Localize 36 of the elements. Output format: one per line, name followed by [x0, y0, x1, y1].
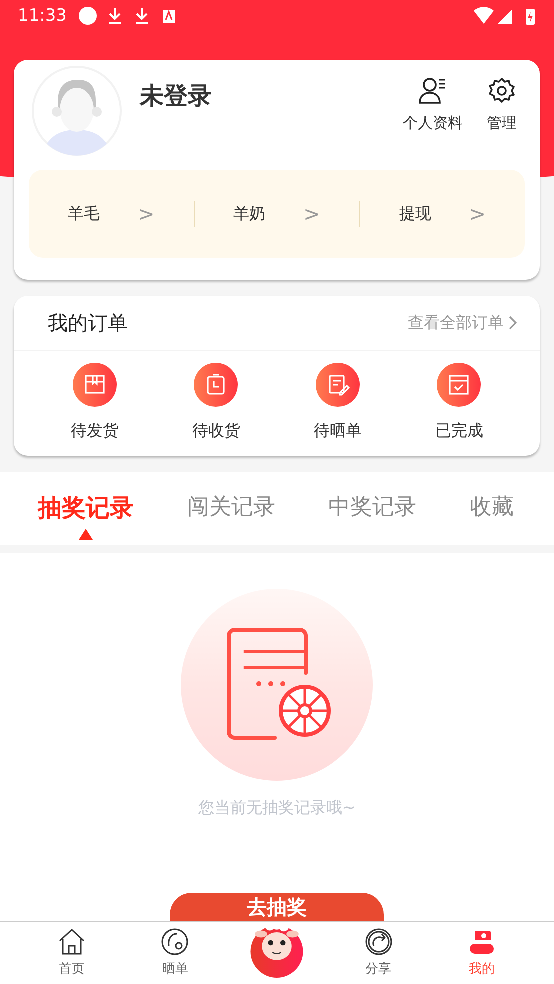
- chevron-icon: >: [138, 202, 155, 226]
- tab[interactable]: 中奖记录: [328, 494, 417, 523]
- edit-note-icon: [316, 363, 360, 407]
- tab[interactable]: 闯关记录: [187, 494, 276, 523]
- nav-tab[interactable]: 分享: [348, 928, 409, 978]
- check-box-icon: [437, 363, 482, 407]
- chevron-icon: >: [304, 202, 320, 226]
- order-status-button[interactable]: 待发货: [54, 363, 135, 442]
- order-status-button[interactable]: 待晒单: [298, 363, 378, 442]
- user-list-icon: [418, 76, 448, 106]
- package-icon: [72, 363, 117, 407]
- chevron-icon: >: [469, 202, 486, 226]
- wallet-item[interactable]: 羊毛: [68, 204, 100, 224]
- nav-tab[interactable]: 首页: [42, 928, 102, 978]
- order-status-button[interactable]: 已完成: [419, 363, 500, 442]
- home-icon: [58, 928, 86, 956]
- chevron-icon: [508, 315, 518, 331]
- nav-tab[interactable]: 我的: [452, 928, 512, 978]
- circle-icon: [161, 928, 190, 956]
- tab[interactable]: 抽奖记录: [38, 474, 134, 542]
- wallet-item[interactable]: 提现: [399, 204, 432, 224]
- user-name: 未登录: [140, 81, 212, 112]
- order-status-button[interactable]: 待收货: [176, 363, 256, 442]
- clock-icon: [194, 363, 238, 407]
- clock-time: 11:33: [18, 6, 67, 26]
- profile-action-button[interactable]: 管理: [487, 76, 517, 133]
- draw-button[interactable]: 去抽奖: [170, 893, 384, 921]
- person-icon: [468, 928, 496, 956]
- empty-message: 您当前无抽奖记录哦~: [198, 798, 356, 819]
- orders-title: 我的订单: [48, 310, 128, 336]
- tab[interactable]: 收藏: [470, 494, 514, 523]
- share-icon: [364, 928, 393, 956]
- profile-action-button[interactable]: 个人资料: [403, 76, 463, 133]
- settings-icon: [487, 76, 517, 106]
- nav-tab[interactable]: 晒单: [145, 928, 206, 978]
- wallet-item[interactable]: 羊奶: [234, 204, 266, 224]
